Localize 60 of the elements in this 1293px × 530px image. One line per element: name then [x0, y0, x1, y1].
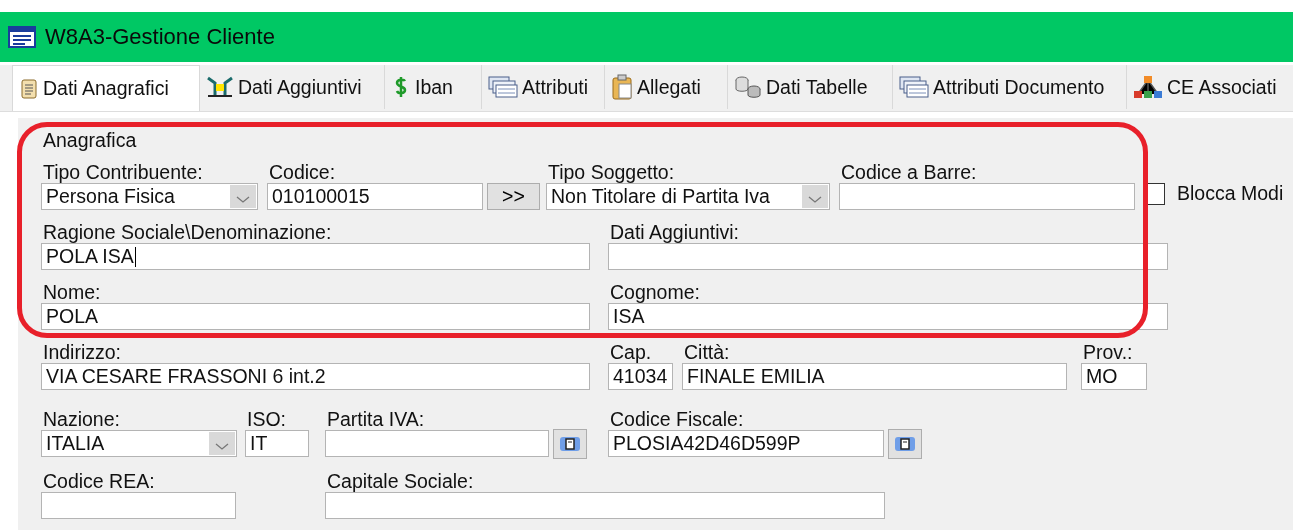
lookup-icon — [894, 436, 916, 452]
clipboard-icon — [611, 74, 633, 100]
field-label: Capitale Sociale: — [327, 471, 475, 492]
next-button[interactable]: >> — [487, 183, 540, 210]
tab[interactable]: Dati Anagrafici — [12, 65, 200, 111]
input-field[interactable] — [325, 492, 885, 519]
figures-icon — [206, 76, 234, 98]
network-icon — [1133, 74, 1163, 100]
tab[interactable]: Iban — [385, 65, 482, 109]
field-label: Ragione Sociale\Denominazione: — [43, 222, 333, 243]
input-field[interactable]: FINALE EMILIA — [682, 363, 1067, 390]
tab[interactable]: Dati Aggiuntivi — [200, 65, 385, 109]
field-label: Codice Fiscale: — [610, 409, 745, 430]
field-label: Nazione: — [43, 409, 121, 430]
input-field[interactable]: POLA — [41, 303, 590, 330]
dropdown[interactable]: ITALIA — [41, 430, 237, 457]
windows-icon — [899, 76, 929, 98]
input-field[interactable]: 010100015 — [267, 183, 483, 210]
input-field[interactable]: IT — [245, 430, 309, 457]
lookup-icon — [559, 436, 581, 452]
field-label: Codice a Barre: — [841, 162, 978, 183]
input-field[interactable]: POLA ISA — [41, 243, 590, 270]
input-field[interactable]: 41034 — [608, 363, 673, 390]
field-label: ISO: — [247, 409, 287, 430]
input-field[interactable] — [325, 430, 549, 457]
field-label: Cognome: — [610, 282, 701, 303]
lookup-button[interactable] — [888, 429, 922, 459]
field-label: Codice REA: — [43, 471, 156, 492]
tab[interactable]: Attributi Documento — [893, 65, 1127, 109]
field-label: Codice: — [269, 162, 337, 183]
input-field[interactable] — [41, 492, 236, 519]
window-title: W8A3-Gestione Cliente — [45, 24, 275, 50]
field-label: Partita IVA: — [327, 409, 426, 430]
tab[interactable]: CE Associati — [1127, 65, 1293, 109]
checkbox-label: Blocca Modi — [1177, 182, 1284, 205]
dropdown[interactable]: Non Titolare di Partita Iva — [546, 183, 830, 210]
field-label: Nome: — [43, 282, 102, 303]
lookup-button[interactable] — [553, 429, 587, 459]
input-field[interactable]: VIA CESARE FRASSONI 6 int.2 — [41, 363, 590, 390]
field-label: Città: — [684, 342, 731, 363]
database-icon — [734, 75, 762, 99]
tab[interactable]: Attributi — [482, 65, 605, 109]
field-label: Cap. — [610, 342, 653, 363]
field-label: Indirizzo: — [43, 342, 123, 363]
group-title: Anagrafica — [43, 130, 138, 150]
input-field[interactable]: PLOSIA42D46D599P — [608, 430, 884, 457]
field-label: Dati Aggiuntivi: — [610, 222, 740, 243]
input-field[interactable] — [839, 183, 1135, 210]
window-icon — [8, 26, 36, 48]
scroll-icon — [19, 77, 39, 100]
tab[interactable]: Allegati — [605, 65, 728, 109]
field-label: Tipo Contribuente: — [43, 162, 204, 183]
input-field[interactable]: MO — [1081, 363, 1147, 390]
field-label: Tipo Soggetto: — [548, 162, 676, 183]
field-label: Prov.: — [1083, 342, 1134, 363]
input-field[interactable] — [608, 243, 1168, 270]
tab[interactable]: Dati Tabelle — [728, 65, 893, 109]
windows-icon — [488, 76, 518, 98]
dropdown[interactable]: Persona Fisica — [41, 183, 258, 210]
input-field[interactable]: ISA — [608, 303, 1168, 330]
